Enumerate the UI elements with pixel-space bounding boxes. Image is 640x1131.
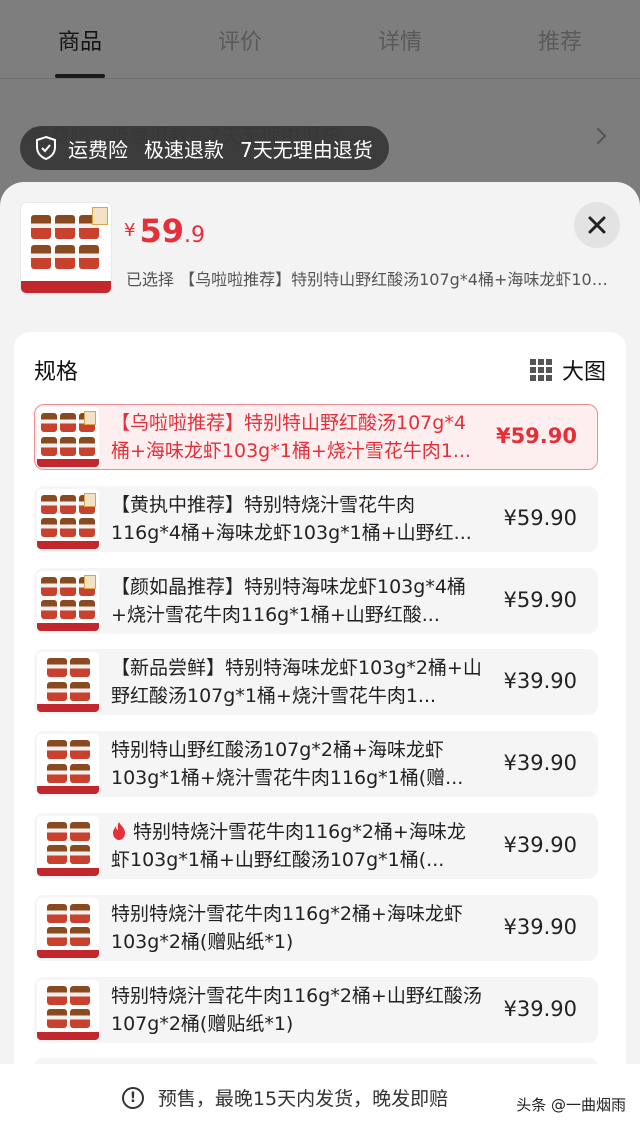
big-picture-toggle[interactable]: 大图	[529, 354, 606, 386]
shield-check-icon	[36, 135, 56, 161]
option-thumbnail	[37, 815, 99, 876]
spec-option[interactable]: 特别特烧汁雪花牛肉116g*2桶+海味龙虾103g*1桶+山野红酸汤107g*1…	[34, 812, 598, 879]
insurance-pill: 运费险 极速退款 7天无理由退货	[20, 126, 389, 170]
product-thumbnail[interactable]	[20, 202, 112, 294]
option-label-text: 特别特烧汁雪花牛肉116g*2桶+海味龙虾103g*1桶+山野红酸汤107g*1…	[111, 820, 466, 871]
option-label: 【新品尝鲜】特别特海味龙虾103g*2桶+山野红酸汤107g*1桶+烧汁雪花牛肉…	[111, 657, 482, 708]
option-label: 特别特山野红酸汤107g*2桶+海味龙虾103g*1桶+烧汁雪花牛肉116g*1…	[111, 739, 464, 790]
tabs-divider	[0, 78, 640, 79]
insurance-item-return: 7天无理由退货	[240, 137, 373, 162]
option-thumbnail	[37, 734, 99, 795]
option-label: 特别特烧汁雪花牛肉116g*2桶+山野红酸汤107g*2桶(赠贴纸*1)	[111, 984, 482, 1035]
option-thumbnail	[37, 570, 99, 631]
spec-card: 规格 大图 【乌啦啦推荐】特别特山野红酸汤107g*4桶+海味龙虾103g*1桶…	[14, 332, 626, 1131]
price-integer: 59	[139, 212, 184, 250]
option-thumbnail	[37, 488, 99, 549]
spec-option[interactable]: 【颜如晶推荐】特别特海味龙虾103g*4桶+烧汁雪花牛肉116g*1桶+山野红酸…	[34, 567, 598, 634]
option-price: ¥39.90	[503, 669, 577, 694]
option-label: 【颜如晶推荐】特别特海味龙虾103g*4桶+烧汁雪花牛肉116g*1桶+山野红酸…	[111, 575, 466, 626]
price-decimal: .9	[183, 223, 205, 248]
option-label: 特别特烧汁雪花牛肉116g*2桶+海味龙虾103g*2桶(赠贴纸*1)	[111, 902, 463, 953]
product-tabs: 商品 评价 详情 推荐	[0, 0, 640, 78]
option-label: 【黄执中推荐】特别特烧汁雪花牛肉116g*4桶+海味龙虾103g*1桶+山野红.…	[111, 493, 472, 544]
option-thumbnail	[37, 652, 99, 713]
option-thumbnail	[37, 407, 99, 467]
spec-option[interactable]: 特别特山野红酸汤107g*2桶+海味龙虾103g*1桶+烧汁雪花牛肉116g*1…	[34, 731, 598, 798]
insurance-item-refund: 极速退款	[144, 137, 224, 162]
selected-sku-text: 已选择 【乌啦啦推荐】特别特山野红酸汤107g*4桶+海味龙虾103g*1桶+烧…	[126, 270, 616, 289]
watermark: 头条 @一曲烟雨	[516, 1096, 626, 1114]
chevron-right-icon	[589, 127, 607, 145]
spec-title: 规格	[34, 360, 79, 385]
close-icon	[588, 216, 606, 234]
big-picture-label: 大图	[561, 360, 606, 385]
spec-option[interactable]: 【新品尝鲜】特别特海味龙虾103g*2桶+山野红酸汤107g*1桶+烧汁雪花牛肉…	[34, 649, 598, 716]
tab-recommend[interactable]: 推荐	[480, 0, 640, 78]
spec-option[interactable]: 【黄执中推荐】特别特烧汁雪花牛肉116g*4桶+海味龙虾103g*1桶+山野红.…	[34, 485, 598, 552]
spec-option[interactable]: 【乌啦啦推荐】特别特山野红酸汤107g*4桶+海味龙虾103g*1桶+烧汁雪花牛…	[34, 404, 598, 470]
grid-view-icon	[529, 359, 552, 381]
fire-icon	[113, 821, 125, 840]
option-label: 【乌啦啦推荐】特别特山野红酸汤107g*4桶+海味龙虾103g*1桶+烧汁雪花牛…	[111, 412, 471, 462]
option-price: ¥39.90	[503, 914, 577, 939]
spec-option[interactable]: 特别特烧汁雪花牛肉116g*2桶+海味龙虾103g*2桶(赠贴纸*1) ¥39.…	[34, 894, 598, 961]
spec-options-list: 【乌啦啦推荐】特别特山野红酸汤107g*4桶+海味龙虾103g*1桶+烧汁雪花牛…	[34, 404, 598, 1058]
option-price: ¥59.90	[503, 505, 577, 530]
spec-option[interactable]: 特别特烧汁雪花牛肉116g*2桶+山野红酸汤107g*2桶(赠贴纸*1) ¥39…	[34, 976, 598, 1043]
price-currency: ¥	[124, 220, 136, 241]
option-price: ¥39.90	[503, 996, 577, 1021]
tab-goods[interactable]: 商品	[0, 0, 160, 78]
insurance-item-shipping: 运费险	[68, 137, 128, 162]
option-thumbnail	[37, 979, 99, 1040]
current-price: ¥59.9	[124, 212, 205, 250]
product-header: ¥59.9 已选择 【乌啦啦推荐】特别特山野红酸汤107g*4桶+海味龙虾103…	[0, 182, 640, 332]
exclamation-circle-icon: !	[121, 1086, 144, 1109]
presale-notice-text: 预售，最晚15天内发货，晚发即赔	[157, 1088, 449, 1110]
tab-details[interactable]: 详情	[320, 0, 480, 78]
option-price: ¥39.90	[503, 832, 577, 857]
option-price: ¥59.90	[503, 587, 577, 612]
close-button[interactable]	[574, 202, 620, 248]
option-price: ¥59.90	[495, 424, 577, 448]
tab-reviews[interactable]: 评价	[160, 0, 320, 78]
option-label: 特别特烧汁雪花牛肉116g*2桶+海味龙虾103g*1桶+山野红酸汤107g*1…	[111, 818, 483, 874]
option-price: ¥39.90	[503, 751, 577, 776]
option-thumbnail	[37, 897, 99, 958]
